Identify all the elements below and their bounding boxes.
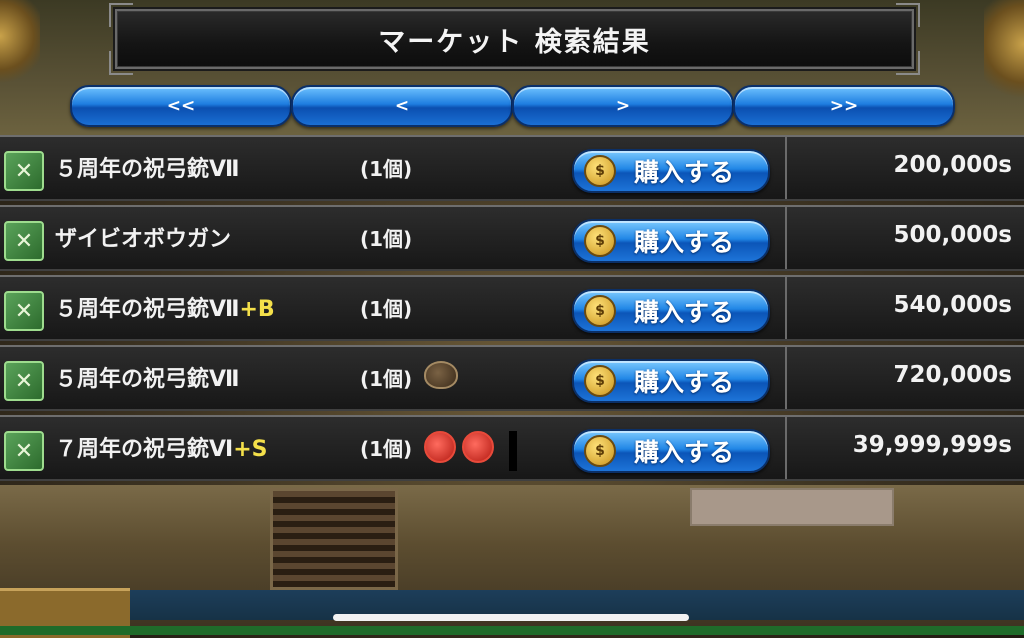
- item-price: 39,999,999s: [852, 432, 1012, 458]
- item-name-text: ザイビオボウガン: [55, 227, 232, 252]
- market-row: ✕ ５周年の祝弓銃Ⅶ (1個) $ 購入する 200,000s: [0, 135, 1024, 201]
- home-indicator[interactable]: [333, 614, 689, 621]
- item-price: 500,000s: [893, 222, 1012, 248]
- frame-corner: [109, 3, 133, 27]
- item-quantity: (1個): [360, 437, 413, 461]
- crossbow-icon: ✕: [4, 361, 44, 401]
- item-price: 200,000s: [893, 152, 1012, 178]
- dark-gem-icon: [424, 361, 458, 389]
- buy-button-label: 購入する: [634, 228, 735, 257]
- red-gem-icon: [424, 431, 456, 463]
- coin-icon: $: [584, 155, 616, 187]
- buy-button[interactable]: $ 購入する: [572, 429, 770, 473]
- item-name: ５周年の祝弓銃Ⅶ: [55, 151, 240, 183]
- buy-button[interactable]: $ 購入する: [572, 219, 770, 263]
- column-divider: [785, 417, 787, 479]
- bottom-strip: [0, 626, 1024, 635]
- background-sign: [690, 488, 894, 526]
- crossbow-icon: ✕: [4, 221, 44, 261]
- column-divider: [785, 207, 787, 269]
- item-suffix: +B: [239, 297, 275, 322]
- coin-icon: $: [584, 225, 616, 257]
- crossbow-icon: ✕: [4, 291, 44, 331]
- item-name: ザイビオボウガン: [55, 221, 231, 253]
- crossbow-icon: ✕: [4, 151, 44, 191]
- item-price: 540,000s: [893, 292, 1012, 318]
- title-bar: マーケット 検索結果: [109, 3, 920, 75]
- redaction-mark: [509, 431, 517, 471]
- column-divider: [785, 347, 787, 409]
- item-quantity: (1個): [360, 227, 413, 251]
- buy-button-label: 購入する: [634, 298, 735, 327]
- market-row: ✕ ７周年の祝弓銃Ⅵ+S (1個) $ 購入する 39,999,999s: [0, 415, 1024, 481]
- buy-button[interactable]: $ 購入する: [572, 359, 770, 403]
- buy-button-label: 購入する: [634, 438, 735, 467]
- ornament-right: [984, 0, 1024, 110]
- prev-page-button[interactable]: <: [291, 85, 513, 127]
- frame-corner: [896, 51, 920, 75]
- item-quantity: (1個): [360, 157, 413, 181]
- item-quantity: (1個): [360, 297, 413, 321]
- item-price: 720,000s: [893, 362, 1012, 388]
- page-title: マーケット 検索結果: [378, 26, 651, 58]
- column-divider: [785, 137, 787, 199]
- item-name-text: ５周年の祝弓銃Ⅶ: [55, 367, 240, 392]
- first-page-button[interactable]: <<: [70, 85, 292, 127]
- coin-icon: $: [584, 435, 616, 467]
- market-row: ✕ ザイビオボウガン (1個) $ 購入する 500,000s: [0, 205, 1024, 271]
- coin-icon: $: [584, 365, 616, 397]
- item-name-text: ５周年の祝弓銃Ⅶ: [55, 157, 240, 182]
- market-row: ✕ ５周年の祝弓銃Ⅶ+B (1個) $ 購入する 540,000s: [0, 275, 1024, 341]
- item-name: ５周年の祝弓銃Ⅶ+B: [55, 291, 275, 323]
- crossbow-icon: ✕: [4, 431, 44, 471]
- gem-slots: [424, 431, 494, 463]
- buy-button[interactable]: $ 購入する: [572, 149, 770, 193]
- column-divider: [785, 277, 787, 339]
- frame-corner: [109, 51, 133, 75]
- buy-button-label: 購入する: [634, 368, 735, 397]
- gem-slots: [424, 361, 458, 389]
- item-name-text: ５周年の祝弓銃Ⅶ: [55, 297, 240, 322]
- item-quantity: (1個): [360, 367, 413, 391]
- frame-corner: [896, 3, 920, 27]
- item-name: ５周年の祝弓銃Ⅶ: [55, 361, 240, 393]
- last-page-button[interactable]: >>: [733, 85, 955, 127]
- ornament-left: [0, 0, 40, 90]
- item-name: ７周年の祝弓銃Ⅵ+S: [55, 431, 267, 463]
- coin-icon: $: [584, 295, 616, 327]
- market-row: ✕ ５周年の祝弓銃Ⅶ (1個) $ 購入する 720,000s: [0, 345, 1024, 411]
- item-suffix: +S: [233, 437, 268, 462]
- red-gem-icon: [462, 431, 494, 463]
- item-name-text: ７周年の祝弓銃Ⅵ: [55, 437, 234, 462]
- next-page-button[interactable]: >: [512, 85, 734, 127]
- background-poster: [270, 488, 398, 590]
- buy-button[interactable]: $ 購入する: [572, 289, 770, 333]
- buy-button-label: 購入する: [634, 158, 735, 187]
